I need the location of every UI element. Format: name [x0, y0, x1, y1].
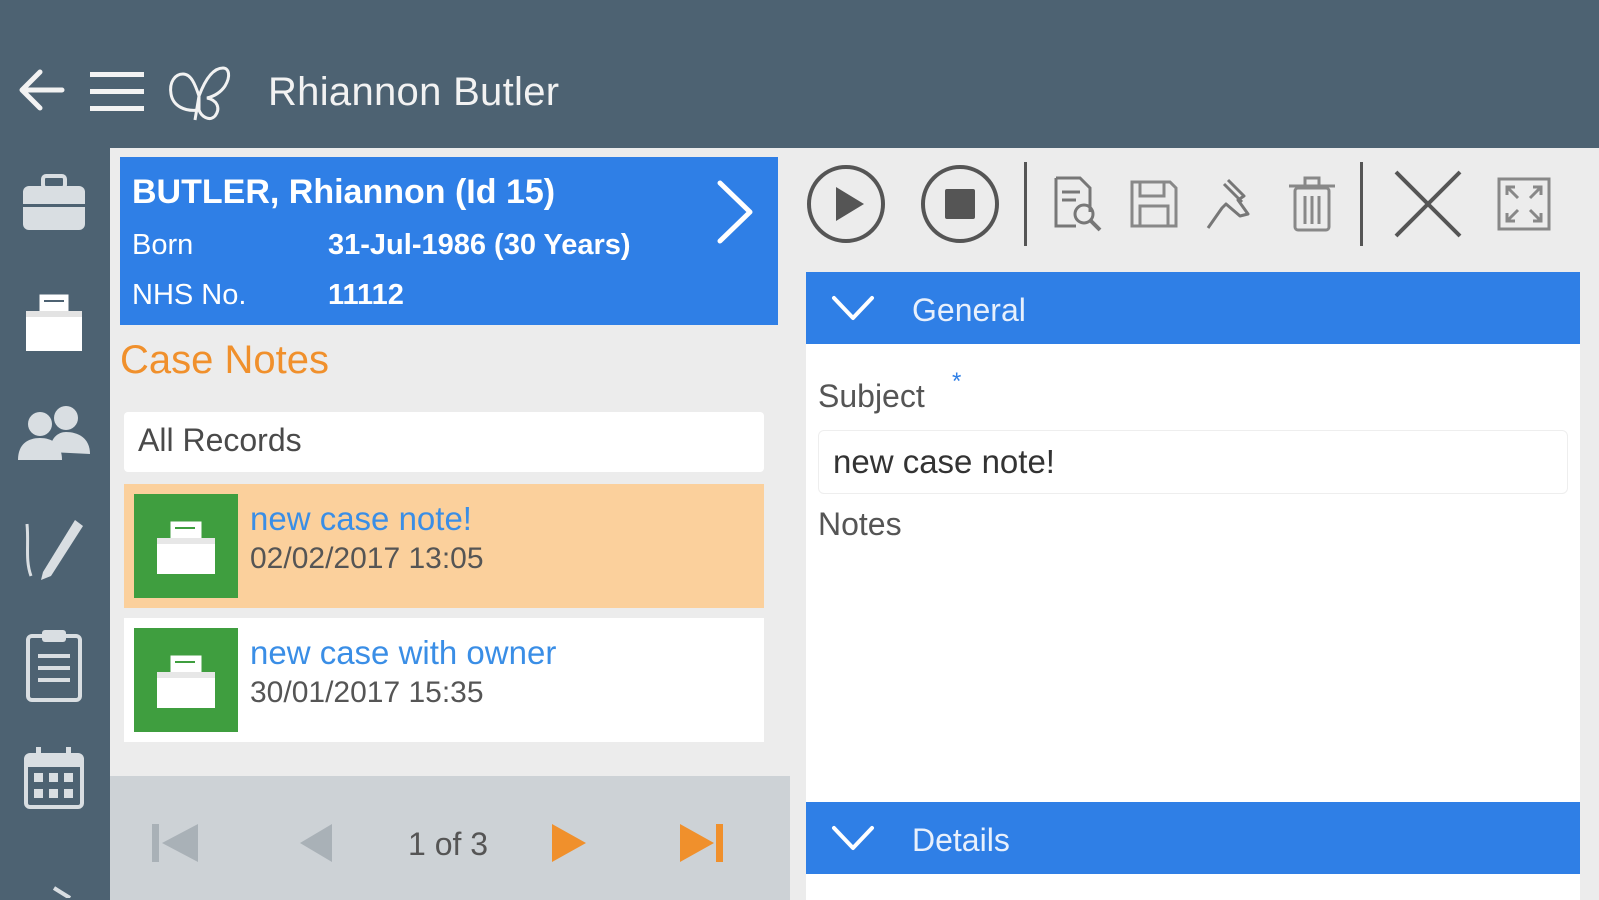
pin-icon[interactable]	[1190, 162, 1274, 246]
case-note-form: General Subject * new case note! Notes D…	[806, 272, 1580, 900]
fullscreen-icon[interactable]	[1482, 162, 1566, 246]
records-filter[interactable]: All Records	[124, 412, 764, 472]
butterfly-logo-icon	[165, 60, 233, 128]
briefcase-icon[interactable]	[14, 162, 94, 242]
record-title: new case note!	[250, 500, 472, 537]
page-indicator: 1 of 3	[408, 826, 489, 862]
list-item[interactable]: new case with owner 30/01/2017 15:35	[124, 618, 764, 742]
case-note-detail-panel: General Subject * new case note! Notes D…	[790, 148, 1599, 900]
list-item[interactable]: new case note! 02/02/2017 13:05	[124, 484, 764, 608]
nhs-value: 11112	[328, 279, 404, 311]
toolbar	[790, 148, 1599, 264]
details-section-header[interactable]: Details	[806, 802, 1580, 874]
patient-name: BUTLER, Rhiannon (Id 15)	[132, 173, 556, 211]
page-title: Rhiannon Butler	[268, 70, 560, 114]
section-title: Case Notes	[120, 338, 329, 382]
notes-label: Notes	[818, 506, 902, 542]
first-page-icon[interactable]	[148, 818, 204, 868]
chevron-right-icon[interactable]	[712, 177, 758, 247]
chevron-down-icon	[830, 822, 876, 854]
next-page-icon[interactable]	[540, 818, 596, 868]
case-note-icon	[134, 628, 238, 732]
previous-page-icon[interactable]	[290, 818, 346, 868]
hamburger-menu-icon[interactable]	[90, 70, 144, 114]
chevron-down-icon	[830, 292, 876, 324]
record-title: new case with owner	[250, 634, 557, 671]
clipboard-icon[interactable]	[14, 626, 94, 706]
case-notes-icon[interactable]	[14, 282, 94, 362]
trash-icon[interactable]	[1270, 162, 1354, 246]
close-icon[interactable]	[1386, 162, 1470, 246]
required-indicator: *	[952, 368, 962, 395]
stop-icon[interactable]	[918, 162, 1002, 246]
chevron-right-icon[interactable]	[48, 868, 78, 900]
record-date: 02/02/2017 13:05	[250, 542, 484, 575]
subject-input[interactable]: new case note!	[818, 430, 1568, 494]
play-icon[interactable]	[804, 162, 888, 246]
pager: 1 of 3	[110, 776, 790, 900]
record-date: 30/01/2017 15:35	[250, 676, 484, 709]
general-section-label: General	[912, 292, 1026, 328]
last-page-icon[interactable]	[674, 818, 730, 868]
nhs-label: NHS No.	[132, 279, 247, 311]
notes-textarea[interactable]	[818, 552, 1568, 788]
app-header: Rhiannon Butler	[0, 0, 1599, 148]
born-value: 31-Jul-1986 (30 Years)	[328, 229, 631, 261]
toolbar-divider	[1360, 162, 1363, 246]
case-notes-panel: BUTLER, Rhiannon (Id 15) Born 31-Jul-198…	[110, 148, 790, 900]
calendar-icon[interactable]	[14, 738, 94, 818]
preview-icon[interactable]	[1034, 162, 1118, 246]
subject-label: Subject	[818, 378, 925, 414]
people-icon[interactable]	[14, 394, 94, 474]
general-section-header[interactable]: General	[806, 272, 1580, 344]
signature-pen-icon[interactable]	[14, 504, 94, 584]
details-section-label: Details	[912, 822, 1010, 858]
toolbar-divider	[1024, 162, 1027, 246]
save-icon[interactable]	[1112, 162, 1196, 246]
side-navigation	[0, 148, 110, 900]
case-note-icon	[134, 494, 238, 598]
back-arrow-icon[interactable]	[14, 62, 70, 118]
patient-banner[interactable]: BUTLER, Rhiannon (Id 15) Born 31-Jul-198…	[120, 157, 778, 325]
born-label: Born	[132, 229, 194, 261]
